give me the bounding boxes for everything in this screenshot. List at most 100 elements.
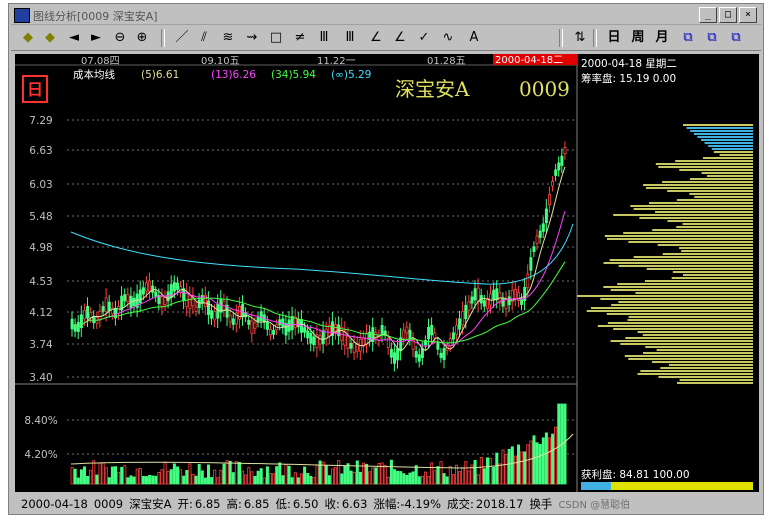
volume-bar [529,440,533,485]
volume-bar [141,475,145,485]
candle-body [228,314,232,323]
volume-bar [324,464,328,485]
wave-tool-icon[interactable]: ∿ [439,29,457,47]
turnover-label: 换手 [529,497,553,511]
volume-bar [436,466,440,485]
diamond-down-icon[interactable]: ◆ [41,29,59,47]
gann-tool-icon[interactable]: ∠ [391,29,409,47]
arrow-left-icon[interactable]: ◄ [65,29,83,47]
volume-bar [439,461,443,485]
chip-bar [655,163,753,165]
line-tool-icon[interactable]: ／ [173,29,191,47]
volume-bar [281,475,285,485]
chip-bar [679,247,753,249]
zoom-out-icon[interactable]: ⊖ [111,29,129,47]
candle-body [253,322,257,329]
price-tick: 5.48 [29,211,52,223]
window-cascade-icon[interactable]: ⧉ [703,29,721,47]
chip-bar [620,343,753,345]
chip-bar [713,151,753,153]
indicator-name: 成本均线 [73,68,115,81]
chip-bar [667,220,753,222]
status-name: 深宝安A [129,497,172,511]
candle-body [380,325,384,336]
volume-bar [79,469,83,485]
volume-bar [194,475,198,485]
volume-bar [132,476,136,485]
chip-bar [701,172,753,174]
candle-body [495,288,499,301]
window-layout-icon[interactable]: ⧉ [727,29,745,47]
volume-bar [73,468,77,485]
chip-bar [693,133,753,135]
period-line-tool-icon[interactable]: Ⅲ [315,29,333,47]
arrow-right-icon[interactable]: ► [87,29,105,47]
high-value: 6.85 [243,497,270,511]
volume-bar [365,463,369,485]
volume-bar [399,471,403,485]
chip-bar [628,316,753,318]
close-button[interactable]: × [739,7,757,23]
candle-body [442,347,446,361]
volume-bar [489,458,493,485]
angle-tool-icon[interactable]: ∠ [367,29,385,47]
chip-bar [656,349,753,351]
toolbar: ◆ ◆ ◄ ► ⊖ ⊕ ／ ⫽ ≋ ⇝ □ ≠ Ⅲ Ⅲ ∠ ∠ ✓ ∿ A ⇅ … [11,26,761,51]
volume-bar [554,426,558,485]
candle-body [213,311,217,321]
window-tile-icon[interactable]: ⧉ [679,29,697,47]
volume-bar [272,473,276,485]
chip-bar [642,352,753,354]
period-day-button[interactable]: 日 [605,29,623,47]
volume-bar [501,449,505,485]
volume-bar [510,446,514,485]
open-value: 6.85 [194,497,221,511]
text-tool-icon[interactable]: A [465,29,483,47]
volume-bar [507,448,511,485]
title-bar[interactable]: 图线分析[0009 深宝安A] _ □ × [11,6,761,25]
candle-body [86,305,90,319]
candle-body [197,299,201,308]
diamond-up-icon[interactable]: ◆ [19,29,37,47]
maximize-button[interactable]: □ [719,7,737,23]
chip-bar [628,358,753,360]
chip-bar [609,259,753,261]
fibonacci-tool-icon[interactable]: ≋ [219,29,237,47]
volume-bar [389,459,393,485]
refresh-icon[interactable]: ⇅ [571,29,589,47]
chip-bar [640,370,753,372]
period-month-button[interactable]: 月 [653,29,671,47]
volume-bar [352,471,356,485]
chart-area[interactable]: 日 07.08四 09.10五 11.22一 01.28五 2000-04-18… [15,54,759,492]
candle-body [104,297,108,313]
golden-line-tool-icon[interactable]: Ⅲ [341,29,359,47]
volume-bar [427,476,431,485]
candle-body [89,312,93,318]
zoom-in-icon[interactable]: ⊕ [133,29,151,47]
volume-bar [182,475,186,485]
kline-chart[interactable]: 日 07.08四 09.10五 11.22一 01.28五 2000-04-18… [15,54,759,492]
chip-bar [597,325,753,327]
candle-body [123,294,127,302]
channel-tool-icon[interactable]: ≠ [291,29,309,47]
volume-bar [126,477,130,485]
period-week-button[interactable]: 周 [629,29,647,47]
minimize-button[interactable]: _ [699,7,717,23]
rectangle-tool-icon[interactable]: □ [267,29,285,47]
chip-bar [671,277,753,279]
candle-body [526,273,530,288]
chip-bar [586,310,753,312]
volume-bar [479,457,483,485]
candle-body [392,352,396,364]
volume-bar [225,460,229,485]
check-tool-icon[interactable]: ✓ [415,29,433,47]
parallel-line-tool-icon[interactable]: ⫽ [195,29,213,47]
candle-body [216,303,220,319]
chip-bar [623,232,753,234]
volume-bar [327,475,331,485]
volume-bar [234,461,238,485]
window-title: 图线分析[0009 深宝安A] [33,10,158,23]
volume-bar [532,435,536,485]
volume-bar [259,468,263,485]
arc-tool-icon[interactable]: ⇝ [243,29,261,47]
